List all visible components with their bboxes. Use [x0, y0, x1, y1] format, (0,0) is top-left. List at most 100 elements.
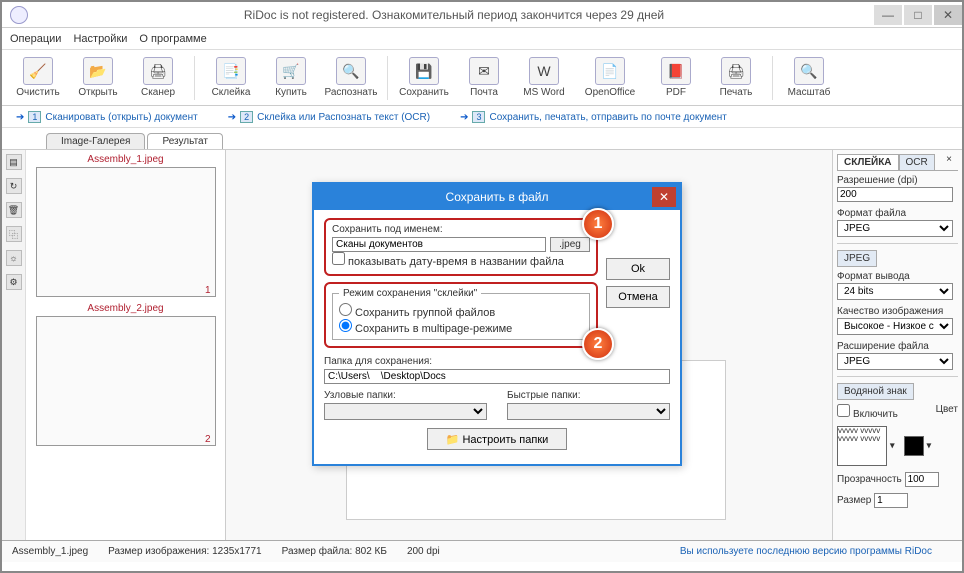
tab-result[interactable]: Результат	[147, 133, 222, 149]
dialog-close-button[interactable]: ✕	[652, 187, 676, 207]
vtool-delete[interactable]: 🗑	[6, 202, 22, 218]
toolbar: 🧹Очистить 📂Открыть 🖨Сканер 📑Склейка 🛒Куп…	[2, 50, 962, 106]
folder-open-icon: 📂	[83, 57, 113, 85]
vtool-2[interactable]: ↻	[6, 178, 22, 194]
tool-openoffice[interactable]: 📄OpenOffice	[576, 57, 644, 98]
tool-glue[interactable]: 📑Склейка	[203, 57, 259, 98]
tool-word[interactable]: WMS Word	[516, 57, 572, 98]
tool-zoom[interactable]: 🔍Масштаб	[781, 57, 837, 98]
rp-quality-select[interactable]: Высокое - Низкое ска	[837, 318, 953, 335]
rp-ext-select[interactable]: JPEG	[837, 353, 953, 370]
tool-clear[interactable]: 🧹Очистить	[10, 57, 66, 98]
folder-input[interactable]	[324, 369, 670, 384]
status-link[interactable]: Вы используете последнюю версию программ…	[680, 546, 932, 557]
callout-1: 1	[582, 208, 614, 240]
step-bar: ➔1Сканировать (открыть) документ ➔2Склей…	[2, 106, 962, 128]
tab-gallery[interactable]: Image-Галерея	[46, 133, 145, 149]
right-panel: СКЛЕЙКА OCR × Разрешение (dpi) Формат фа…	[832, 150, 962, 540]
tool-scanner[interactable]: 🖨Сканер	[130, 57, 186, 98]
minimize-button[interactable]: —	[874, 5, 902, 25]
rp-res-input[interactable]	[837, 187, 953, 202]
tool-print[interactable]: 🖨 Печать	[708, 57, 764, 98]
rp-tab-glue[interactable]: СКЛЕЙКА	[837, 154, 899, 170]
vtool-1[interactable]: ▤	[6, 154, 22, 170]
zoom-icon: 🔍	[794, 57, 824, 85]
mode-group-radio[interactable]	[339, 303, 352, 316]
group-mode: Режим сохранения "склейки" Сохранить гру…	[324, 282, 598, 348]
thumb-item[interactable]: Assembly_1.jpeg 1	[30, 154, 221, 297]
tool-scanner-label: Сканер	[141, 87, 175, 98]
step-1-label: Сканировать (открыть) документ	[45, 112, 197, 123]
tool-buy[interactable]: 🛒Купить	[263, 57, 319, 98]
rp-wm-opacity[interactable]	[905, 472, 939, 487]
tool-word-label: MS Word	[523, 87, 565, 98]
tool-print-label: Печать	[720, 87, 753, 98]
mode-multipage-option[interactable]: Сохранить в multipage-режиме	[339, 323, 512, 335]
fast-folders-select[interactable]	[507, 403, 670, 420]
show-datetime-option[interactable]: показывать дату-время в названии файла	[332, 256, 564, 268]
app-icon	[10, 6, 28, 24]
tool-glue-label: Склейка	[212, 87, 251, 98]
tool-ocr-label: Распознать	[324, 87, 377, 98]
ok-button[interactable]: Ok	[606, 258, 670, 280]
dialog-body: Сохранить под именем: .jpeg показывать д…	[314, 210, 680, 464]
tool-open[interactable]: 📂Открыть	[70, 57, 126, 98]
mode-legend: Режим сохранения "склейки"	[339, 288, 481, 299]
rp-wm-checkbox[interactable]	[837, 404, 850, 417]
wm-pattern[interactable]: vvvvv vvvvv vvvvv vvvvv	[837, 426, 887, 466]
vtool-settings[interactable]: ⚙	[6, 274, 22, 290]
thumb-page: 1	[205, 285, 211, 296]
main-tabs: Image-Галерея Результат	[2, 128, 962, 150]
vertical-toolbar: ▤ ↻ 🗑 ⿻ ☼ ⚙	[2, 150, 26, 540]
tool-pdf[interactable]: 📕 PDF	[648, 57, 704, 98]
close-button[interactable]: ✕	[934, 5, 962, 25]
mode-multipage-radio[interactable]	[339, 319, 352, 332]
tool-ocr[interactable]: 🔍Распознать	[323, 57, 379, 98]
wm-color-drop[interactable]: ▾	[926, 441, 931, 452]
configure-folders-button[interactable]: 📁 Настроить папки	[427, 428, 567, 450]
thumb-image[interactable]: 2	[36, 316, 216, 446]
wm-pattern-drop[interactable]: ▾	[890, 441, 895, 452]
cancel-button[interactable]: Отмена	[606, 286, 670, 308]
callout-2: 2	[582, 328, 614, 360]
filename-ext: .jpeg	[550, 237, 590, 252]
dialog-title: Сохранить в файл	[446, 190, 549, 204]
broom-icon: 🧹	[23, 57, 53, 85]
wm-color-box[interactable]	[904, 436, 924, 456]
vtool-brightness[interactable]: ☼	[6, 250, 22, 266]
rp-wm-size[interactable]	[874, 493, 908, 508]
thumb-page: 2	[205, 434, 211, 445]
tool-save[interactable]: 💾Сохранить	[396, 57, 452, 98]
menu-settings[interactable]: Настройки	[73, 33, 127, 45]
save-icon: 💾	[409, 57, 439, 85]
pdf-icon: 📕	[661, 57, 691, 85]
rp-res-label: Разрешение (dpi)	[837, 175, 958, 186]
step-3: ➔3Сохранить, печатать, отправить по почт…	[460, 111, 727, 123]
tool-pdf-label: PDF	[666, 87, 686, 98]
filename-input[interactable]	[332, 237, 546, 252]
print-icon: 🖨	[721, 57, 751, 85]
thumb-title: Assembly_2.jpeg	[30, 303, 221, 314]
thumb-item[interactable]: Assembly_2.jpeg 2	[30, 303, 221, 446]
tool-mail[interactable]: ✉Почта	[456, 57, 512, 98]
save-as-label: Сохранить под именем:	[332, 224, 590, 235]
menu-operations[interactable]: Операции	[10, 33, 61, 45]
thumb-image[interactable]: 1	[36, 167, 216, 297]
menu-about[interactable]: О программе	[139, 33, 206, 45]
vtool-copy[interactable]: ⿻	[6, 226, 22, 242]
node-folders-select[interactable]	[324, 403, 487, 420]
maximize-button[interactable]: □	[904, 5, 932, 25]
mode-group-option[interactable]: Сохранить группой файлов	[339, 307, 495, 319]
show-datetime-checkbox[interactable]	[332, 252, 345, 265]
status-dpi: 200 dpi	[407, 546, 440, 557]
tool-mail-label: Почта	[470, 87, 498, 98]
rp-wm-enable[interactable]: Включить	[837, 409, 898, 420]
rp-wm-title[interactable]: Водяной знак	[837, 383, 914, 400]
rp-close[interactable]: ×	[940, 154, 958, 170]
rp-tab-ocr[interactable]: OCR	[899, 154, 935, 170]
thumb-title: Assembly_1.jpeg	[30, 154, 221, 165]
rp-out-select[interactable]: 24 bits	[837, 283, 953, 300]
rp-fmt-select[interactable]: JPEG	[837, 220, 953, 237]
rp-sub-jpeg[interactable]: JPEG	[837, 250, 877, 267]
save-dialog: Сохранить в файл ✕ Сохранить под именем:…	[312, 182, 682, 466]
